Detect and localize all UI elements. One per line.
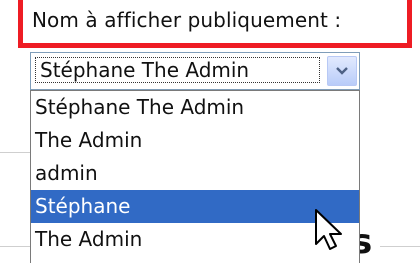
screenshot-stage: s Nom à afficher publiquement : Stéphane… bbox=[0, 0, 420, 263]
separator-line bbox=[0, 246, 30, 247]
dropdown-option[interactable]: The Admin bbox=[31, 223, 359, 256]
display-name-label: Nom à afficher publiquement : bbox=[32, 8, 342, 32]
dropdown-option[interactable]: Stéphane The Admin bbox=[31, 91, 359, 124]
chevron-down-icon[interactable] bbox=[327, 56, 357, 86]
mouse-pointer-icon bbox=[315, 209, 342, 250]
display-name-select[interactable]: Stéphane The Admin bbox=[30, 52, 360, 90]
separator-line bbox=[380, 246, 420, 247]
select-dropdown-list: Stéphane The Admin The Admin admin Stéph… bbox=[30, 90, 360, 263]
select-current-value: Stéphane The Admin bbox=[35, 57, 320, 83]
dropdown-option[interactable]: admin bbox=[31, 157, 359, 190]
dropdown-option[interactable]: The Admin bbox=[31, 124, 359, 157]
separator-line bbox=[0, 152, 30, 153]
dropdown-option-highlighted[interactable]: Stéphane bbox=[31, 190, 359, 223]
